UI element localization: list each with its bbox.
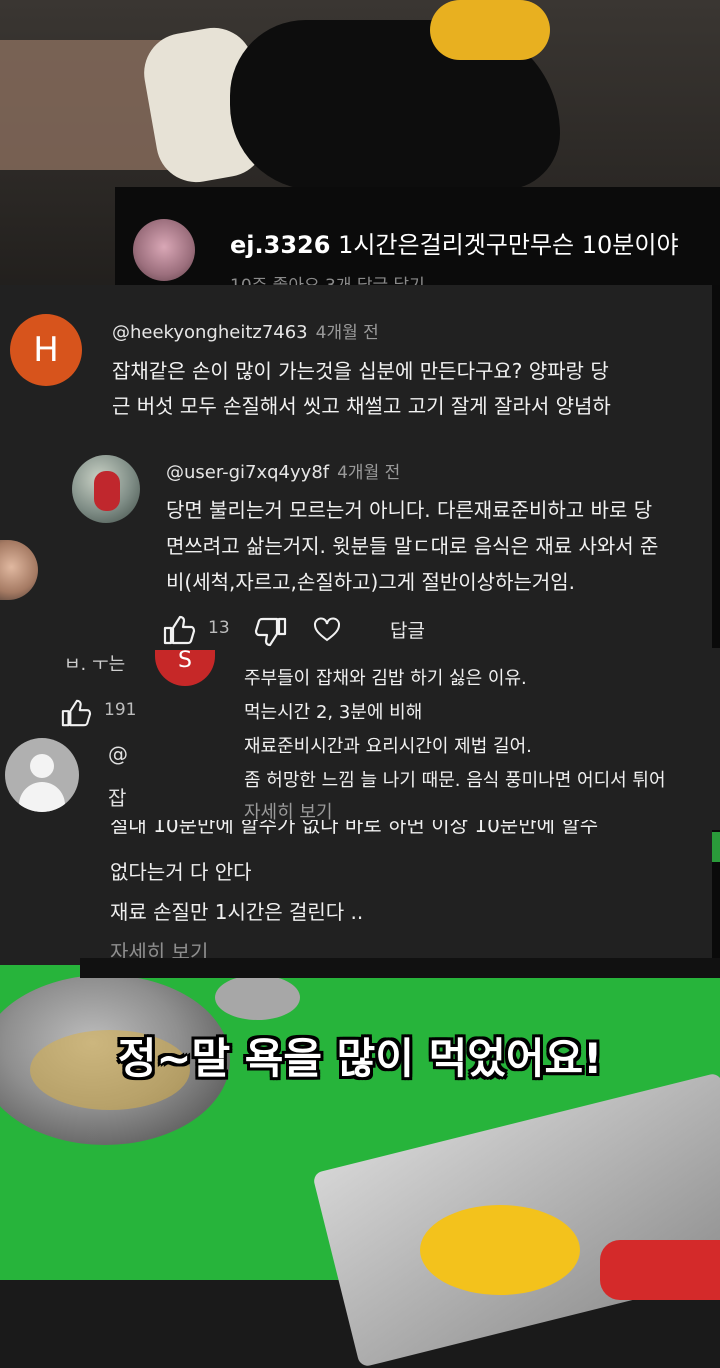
reply-time: 4개월 전 [337,463,401,483]
comment-line: 주부들이 잡채와 김밥 하기 싫은 이유. [244,668,527,689]
avatar[interactable] [72,455,140,523]
yellow-pepper-image [420,1205,580,1295]
comment-line: 재료 손질만 1시간은 걸린다 .. [110,900,364,924]
comment-line: 재료준비시간과 요리시간이 제법 길어. [244,736,532,757]
panel-edge [712,285,720,965]
comment-username-fragment: @ [108,742,128,766]
comment-line: 먹는시간 2, 3분에 비해 [244,702,423,723]
thumbs-up-icon[interactable] [60,698,92,728]
top-comment-body: 1시간은걸리겟구만무슨 10분이야 [338,231,679,259]
comment-fragment: ㅂ. ㅜ는 [64,654,126,675]
red-pepper-image [600,1240,720,1300]
comment-body: 주부들이 잡채와 김밥 하기 싫은 이유. 먹는시간 2, 3분에 비해 재료준… [244,662,666,798]
like-count: 191 [104,700,137,720]
comment-line: 절대 10분만에 할수가 없다 바로 하면 이상 10분만에 할수 [110,820,599,837]
thumbs-up-icon[interactable] [162,614,196,646]
comment-cut-line: 절대 10분만에 할수가 없다 바로 하면 이상 10분만에 할수 [110,820,710,842]
comment-fragment: 잡 [108,786,127,810]
top-comment-text: ej.3326 1시간은걸리겟구만무슨 10분이야 [230,225,679,260]
comment-line: 잡채같은 손이 많이 가는것을 십분에 만든다구요? 양파랑 당 [112,359,609,383]
reply-body: 당면 불리는거 모르는거 아니다. 다른재료준비하고 바로 당 면쓰려고 삶는거… [166,492,658,600]
comment-time: 4개월 전 [315,323,379,343]
divider [80,958,720,978]
spoon-image [215,975,300,1020]
reply-line: 당면 불리는거 모르는거 아니다. 다른재료준비하고 바로 당 [166,498,653,522]
comment-username[interactable]: @heekyongheitz7463 [112,322,308,343]
reply-header: @user-gi7xq4yy8f 4개월 전 [166,458,400,483]
reply-username[interactable]: @user-gi7xq4yy8f [166,462,329,483]
heart-icon[interactable] [313,616,341,644]
comment-line: 없다는거 다 안다 [110,860,252,884]
avatar[interactable] [133,219,195,281]
video-caption: 정~말 욕을 많이 먹었어요! [117,1034,603,1083]
like-count: 13 [208,618,230,638]
reply-button[interactable]: 답글 [390,616,425,643]
reply-line: 면쓰려고 삶는거지. 윗분들 말ㄷ대로 음식은 재료 사와서 준 [166,534,659,558]
thumbs-down-icon[interactable] [254,616,288,648]
comment-body: 잡채같은 손이 많이 가는것을 십분에 만든다구요? 양파랑 당 근 버섯 모두… [112,354,611,424]
comment-header: @heekyongheitz7463 4개월 전 [112,318,379,343]
comment-line: 좀 허망한 느낌 늘 나기 때문. 음식 풍미나면 어디서 튀어 [244,770,666,791]
default-avatar-icon[interactable] [5,738,79,812]
top-comment-username[interactable]: ej.3326 [230,231,330,259]
comment-line: 근 버섯 모두 손질해서 씻고 채썰고 고기 잘게 잘라서 양념하 [112,394,611,418]
comment-body: 없다는거 다 안다 재료 손질만 1시간은 걸린다 .. [110,852,363,932]
pepper-image [430,0,550,60]
reply-line: 비(세척,자르고,손질하고)그게 절반이상하는거임. [166,570,576,594]
panel-edge-notch [712,832,720,862]
top-comment-card: ej.3326 1시간은걸리겟구만무슨 10분이야 10주 좋아요 3개 답글 … [115,187,720,297]
avatar[interactable]: H [10,314,82,386]
